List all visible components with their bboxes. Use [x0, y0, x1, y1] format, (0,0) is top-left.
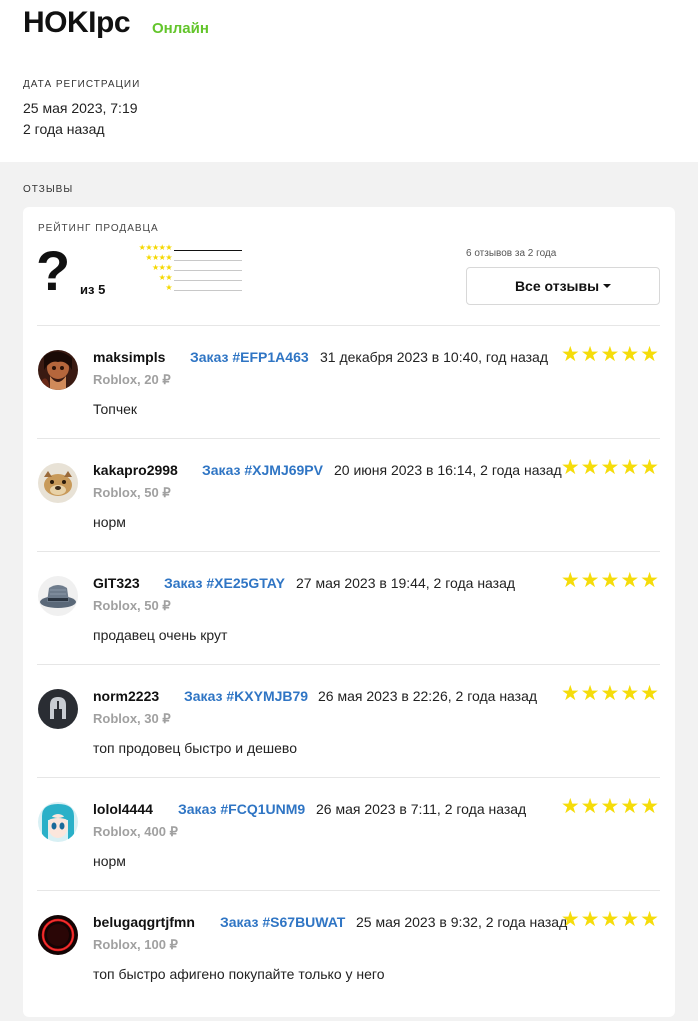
star-rating: ★★★★★ — [560, 795, 660, 818]
review-product: Roblox, 400 ₽ — [93, 824, 178, 839]
distribution-row-3: ★★★ — [119, 263, 244, 275]
rating-distribution: ★★★★★ ★★★★ ★★★ ★★ ★ — [119, 243, 244, 295]
review-date: 26 мая 2023 в 22:26, 2 года назад — [318, 688, 538, 704]
distribution-row-4: ★★★★ — [119, 253, 244, 265]
review-text: продавец очень крут — [93, 627, 228, 643]
review-username[interactable]: GIT323 — [93, 575, 140, 591]
distribution-bar — [174, 270, 242, 271]
distribution-bar — [174, 290, 242, 291]
distribution-bar — [174, 260, 242, 261]
avatar[interactable] — [38, 576, 78, 616]
star-icon: ★★ — [158, 273, 173, 282]
registration-label: ДАТА РЕГИСТРАЦИИ — [23, 79, 141, 90]
review-product: Roblox, 50 ₽ — [93, 485, 171, 500]
review-item: maksimpls Заказ #EFP1A463 31 декабря 202… — [37, 325, 660, 438]
star-icon: ★★★★★ — [138, 243, 173, 252]
review-item: lolol4444 Заказ #FCQ1UNM9 26 мая 2023 в … — [37, 777, 660, 890]
review-item: GIT323 Заказ #XE25GTAY 27 мая 2023 в 19:… — [37, 551, 660, 664]
star-rating: ★★★★★ — [560, 569, 660, 592]
seller-rating-label: РЕЙТИНГ ПРОДАВЦА — [38, 223, 159, 234]
review-item: belugaqgrtjfmn Заказ #S67BUWAT 25 мая 20… — [37, 890, 660, 1003]
review-order-link[interactable]: Заказ #EFP1A463 — [190, 349, 309, 365]
distribution-row-5: ★★★★★ — [119, 243, 244, 255]
review-item: norm2223 Заказ #KXYMJB79 26 мая 2023 в 2… — [37, 664, 660, 777]
profile-header: HOKIpc Онлайн ДАТА РЕГИСТРАЦИИ 25 мая 20… — [0, 0, 698, 162]
review-text: норм — [93, 514, 126, 530]
review-date: 26 мая 2023 в 7:11, 2 года назад — [316, 801, 527, 817]
review-username[interactable]: norm2223 — [93, 688, 159, 704]
review-product: Roblox, 20 ₽ — [93, 372, 171, 387]
distribution-bar — [174, 280, 242, 281]
review-order-link[interactable]: Заказ #KXYMJB79 — [184, 688, 308, 704]
avatar[interactable] — [38, 915, 78, 955]
reviews-section-label: ОТЗЫВЫ — [23, 184, 74, 195]
review-order-link[interactable]: Заказ #S67BUWAT — [220, 914, 345, 930]
star-rating: ★★★★★ — [560, 908, 660, 931]
review-username[interactable]: belugaqgrtjfmn — [93, 914, 195, 930]
profile-name: HOKIpc — [23, 6, 131, 39]
online-status: Онлайн — [152, 20, 209, 37]
rating-of: из 5 — [80, 282, 106, 297]
star-rating: ★★★★★ — [560, 343, 660, 366]
star-rating: ★★★★★ — [560, 682, 660, 705]
review-username[interactable]: maksimpls — [93, 349, 165, 365]
review-order-link[interactable]: Заказ #XE25GTAY — [164, 575, 285, 591]
review-username[interactable]: lolol4444 — [93, 801, 153, 817]
distribution-bar — [174, 250, 242, 251]
avatar[interactable] — [38, 802, 78, 842]
registration-date: 25 мая 2023, 7:19 — [23, 100, 138, 116]
rating-value: ? — [36, 239, 71, 302]
review-username[interactable]: kakapro2998 — [93, 462, 178, 478]
star-icon: ★★★ — [151, 263, 173, 272]
avatar[interactable] — [38, 463, 78, 503]
review-date: 25 мая 2023 в 9:32, 2 года назад — [356, 914, 568, 930]
review-text: Топчек — [93, 401, 138, 417]
avatar[interactable] — [38, 350, 78, 390]
review-date: 31 декабря 2023 в 10:40, год назад — [320, 349, 548, 365]
review-order-link[interactable]: Заказ #FCQ1UNM9 — [178, 801, 305, 817]
registration-ago: 2 года назад — [23, 121, 105, 137]
review-item: kakapro2998 Заказ #XJMJ69PV 20 июня 2023… — [37, 438, 660, 551]
star-rating: ★★★★★ — [560, 456, 660, 479]
review-text: норм — [93, 853, 126, 869]
reviews-card: РЕЙТИНГ ПРОДАВЦА ? из 5 ★★★★★ ★★★★ ★★★ ★… — [23, 207, 675, 1017]
star-icon: ★★★★ — [145, 253, 172, 262]
review-text: топ быстро афигено покупайте только у не… — [93, 966, 385, 982]
review-date: 27 мая 2023 в 19:44, 2 года назад — [296, 575, 516, 591]
caret-down-icon — [603, 284, 612, 289]
review-text: топ продовец быстро и дешево — [93, 740, 297, 756]
avatar[interactable] — [38, 689, 78, 729]
review-product: Roblox, 100 ₽ — [93, 937, 178, 952]
distribution-row-1: ★ — [119, 283, 244, 295]
all-reviews-dropdown[interactable]: Все отзывы — [466, 267, 660, 305]
distribution-row-2: ★★ — [119, 273, 244, 285]
reviews-summary: 6 отзывов за 2 года — [466, 248, 557, 259]
review-product: Roblox, 50 ₽ — [93, 598, 171, 613]
review-date: 20 июня 2023 в 16:14, 2 года назад — [334, 462, 562, 478]
star-icon: ★ — [165, 283, 172, 292]
all-reviews-label: Все отзывы — [514, 278, 600, 294]
review-order-link[interactable]: Заказ #XJMJ69PV — [202, 462, 323, 478]
review-product: Roblox, 30 ₽ — [93, 711, 171, 726]
